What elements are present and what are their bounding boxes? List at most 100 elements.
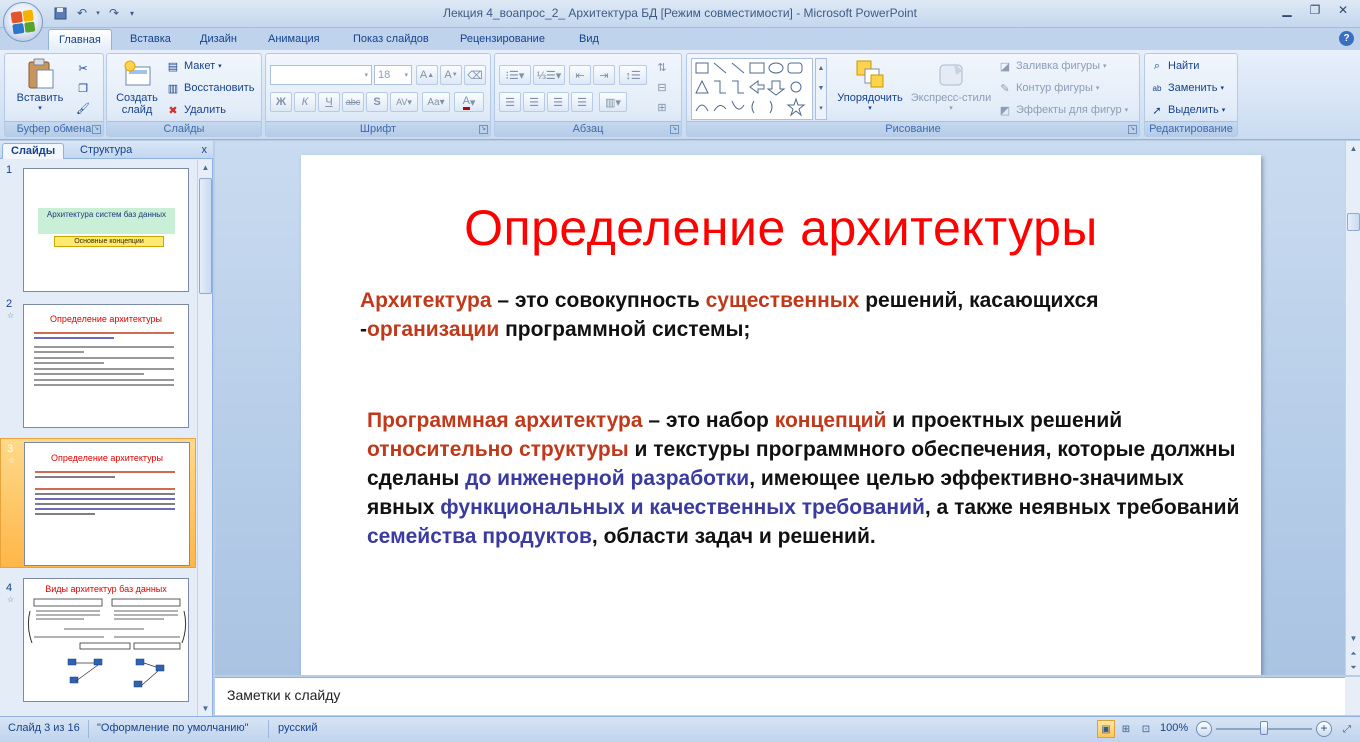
tab-insert[interactable]: Вставка: [120, 29, 181, 50]
tab-design[interactable]: Дизайн: [190, 29, 247, 50]
decrease-indent-icon[interactable]: ⇤: [569, 65, 591, 85]
align-center-icon[interactable]: ☰: [523, 92, 545, 112]
thumbnail-row-1[interactable]: 1 Архитектура систем баз данных Основные…: [0, 160, 196, 296]
underline-icon[interactable]: Ч: [318, 92, 340, 112]
justify-icon[interactable]: ☰: [571, 92, 593, 112]
cut-icon[interactable]: ✂: [75, 60, 91, 76]
align-left-icon[interactable]: ☰: [499, 92, 521, 112]
slide-thumbnail-4[interactable]: Виды архитектур баз данных: [23, 578, 189, 702]
slide-scrollbar[interactable]: ▲ ▼ ⏶ ⏷: [1345, 141, 1360, 675]
bullets-icon[interactable]: ⁝☰▾: [499, 65, 531, 85]
scrollbar-thumb[interactable]: [199, 178, 212, 294]
align-right-icon[interactable]: ☰: [547, 92, 569, 112]
find-button[interactable]: ⌕ Найти: [1149, 58, 1199, 74]
quick-styles-button[interactable]: Экспресс-стили ▾: [909, 58, 993, 112]
increase-indent-icon[interactable]: ⇥: [593, 65, 615, 85]
previous-slide-icon[interactable]: ⏶: [1347, 647, 1360, 660]
language-indicator[interactable]: русский: [278, 722, 317, 734]
new-slide-button[interactable]: Создать слайд: [111, 58, 163, 116]
scroll-up-icon[interactable]: ▲: [1347, 142, 1360, 155]
shapes-gallery[interactable]: [691, 58, 813, 120]
scroll-down-icon[interactable]: ▼: [1347, 632, 1360, 645]
scroll-up-icon[interactable]: ▲: [199, 161, 212, 174]
scrollbar-thumb[interactable]: [1347, 213, 1360, 231]
minimize-icon[interactable]: ▁: [1274, 1, 1300, 19]
arrange-button[interactable]: Упорядочить ▾: [833, 58, 907, 112]
slide-title[interactable]: Определение архитектуры: [301, 199, 1261, 257]
help-icon[interactable]: ?: [1339, 31, 1354, 46]
format-painter-icon[interactable]: 🖌: [75, 100, 91, 116]
font-size-combo[interactable]: 18 ▾: [374, 65, 412, 85]
office-button[interactable]: [3, 2, 43, 42]
thumbnail-row-4[interactable]: 4 ☆ Виды архитектур баз данных: [0, 578, 196, 716]
tab-slides-pane[interactable]: Слайды: [2, 143, 65, 159]
notes-pane[interactable]: Заметки к слайду: [215, 677, 1345, 715]
paragraph-2[interactable]: Программная архитектура – это набор конц…: [367, 406, 1247, 551]
text-direction-icon[interactable]: ⇅: [651, 59, 673, 75]
thumbnail-list: 1 Архитектура систем баз данных Основные…: [0, 160, 196, 716]
slide-canvas[interactable]: Определение архитектуры Архитектура – эт…: [301, 155, 1261, 675]
paragraph-launcher-icon[interactable]: ↘: [670, 125, 679, 134]
zoom-slider-thumb[interactable]: [1260, 721, 1268, 735]
shrink-font-icon[interactable]: A ▼: [440, 65, 462, 85]
slide-thumbnail-3[interactable]: Определение архитектуры: [24, 442, 190, 566]
theme-name[interactable]: "Оформление по умолчанию": [97, 722, 249, 734]
clear-format-icon[interactable]: ⌫: [464, 65, 486, 85]
smartart-icon[interactable]: ⊞: [651, 99, 673, 115]
paste-button[interactable]: Вставить ▾: [15, 58, 65, 112]
fit-to-window-icon[interactable]: ⤢: [1338, 720, 1356, 738]
thumbnail-row-3[interactable]: 3 ☆ Определение архитектуры: [0, 438, 196, 568]
restore-icon[interactable]: ❐: [1302, 1, 1328, 19]
strikethrough-icon[interactable]: abc: [342, 92, 364, 112]
grow-font-icon[interactable]: A ▲: [416, 65, 438, 85]
slideshow-view-icon[interactable]: ⊡: [1137, 720, 1155, 738]
notes-scrollbar[interactable]: [1345, 677, 1360, 715]
char-spacing-icon[interactable]: AV▾: [390, 92, 418, 112]
paste-dropdown-icon[interactable]: ▾: [38, 104, 42, 112]
notes-placeholder[interactable]: Заметки к слайду: [227, 687, 340, 703]
slide-thumbnail-1[interactable]: Архитектура систем баз данных Основные к…: [23, 168, 189, 292]
zoom-level[interactable]: 100%: [1160, 722, 1188, 734]
slide-thumbnail-2[interactable]: Определение архитектуры: [23, 304, 189, 428]
tab-animation[interactable]: Анимация: [258, 29, 330, 50]
slide-sorter-icon[interactable]: ⊞: [1117, 720, 1135, 738]
delete-slide-button[interactable]: ✖ Удалить: [165, 102, 226, 118]
reset-button[interactable]: ▥ Восстановить: [165, 80, 255, 96]
line-spacing-icon[interactable]: ↕☰: [619, 65, 647, 85]
align-text-icon[interactable]: ⊟: [651, 79, 673, 95]
font-launcher-icon[interactable]: ↘: [479, 125, 488, 134]
shadow-icon[interactable]: S: [366, 92, 388, 112]
paragraph-1[interactable]: Архитектура – это совокупность существен…: [360, 286, 1230, 344]
tab-home[interactable]: Главная: [48, 29, 112, 50]
zoom-out-icon[interactable]: −: [1196, 721, 1212, 737]
select-button[interactable]: ➚ Выделить ▾: [1149, 102, 1225, 118]
drawing-launcher-icon[interactable]: ↘: [1128, 125, 1137, 134]
shapes-scroll[interactable]: ▲ ▼ ▾: [815, 58, 827, 120]
scroll-down-icon[interactable]: ▼: [199, 702, 212, 715]
tab-outline-pane[interactable]: Структура: [72, 143, 140, 159]
next-slide-icon[interactable]: ⏷: [1347, 661, 1360, 674]
shape-outline-button[interactable]: ✎ Контур фигуры ▾: [997, 80, 1099, 96]
clipboard-launcher-icon[interactable]: ↘: [92, 125, 101, 134]
tab-slideshow[interactable]: Показ слайдов: [343, 29, 439, 50]
font-color-icon[interactable]: A ▾: [454, 92, 484, 112]
numbering-icon[interactable]: ⅓☰▾: [533, 65, 565, 85]
bold-icon[interactable]: Ж: [270, 92, 292, 112]
tab-review[interactable]: Рецензирование: [450, 29, 555, 50]
thumbnail-row-2[interactable]: 2 ☆ Определение архитектуры: [0, 294, 196, 430]
copy-icon[interactable]: ❐: [75, 80, 91, 96]
font-name-combo[interactable]: ▾: [270, 65, 372, 85]
shape-fill-button[interactable]: ◪ Заливка фигуры ▾: [997, 58, 1107, 74]
thumbnails-scrollbar[interactable]: ▲ ▼: [197, 160, 212, 716]
close-icon[interactable]: ✕: [1330, 1, 1356, 19]
italic-icon[interactable]: К: [294, 92, 316, 112]
columns-icon[interactable]: ▥▾: [599, 92, 627, 112]
close-pane-icon[interactable]: x: [202, 144, 208, 156]
shape-effects-button[interactable]: ◩ Эффекты для фигур ▾: [997, 102, 1128, 118]
replace-button[interactable]: ab Заменить ▾: [1149, 80, 1224, 96]
layout-button[interactable]: ▤ Макет ▾: [165, 58, 222, 74]
normal-view-icon[interactable]: ▣: [1097, 720, 1115, 738]
change-case-icon[interactable]: Aa▾: [422, 92, 450, 112]
zoom-in-icon[interactable]: +: [1316, 721, 1332, 737]
tab-view[interactable]: Вид: [569, 29, 609, 50]
